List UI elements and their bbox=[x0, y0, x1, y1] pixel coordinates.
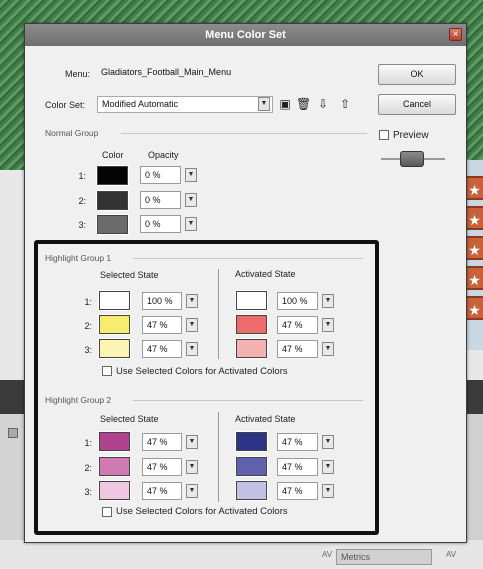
ok-button[interactable]: OK bbox=[378, 64, 456, 85]
close-icon[interactable]: × bbox=[449, 28, 462, 41]
dialog-title: Menu Color Set bbox=[25, 24, 466, 46]
export-set-icon[interactable]: ⇧ bbox=[338, 97, 352, 111]
chevron-down-icon[interactable]: ▼ bbox=[258, 97, 270, 111]
row-index: 1: bbox=[78, 171, 86, 181]
preview-checkbox[interactable] bbox=[379, 130, 389, 140]
import-set-icon[interactable]: ⇩ bbox=[316, 97, 330, 111]
chevron-down-icon[interactable]: ▼ bbox=[185, 168, 197, 182]
color-set-label: Color Set: bbox=[45, 100, 86, 110]
highlight-groups-callout-frame bbox=[34, 240, 379, 535]
kerning-label: AV bbox=[322, 550, 333, 559]
color-set-select[interactable]: Modified Automatic bbox=[97, 96, 273, 113]
chevron-down-icon[interactable]: ▼ bbox=[185, 217, 197, 231]
chevron-down-icon[interactable]: ▼ bbox=[185, 193, 197, 207]
color-swatch[interactable] bbox=[96, 165, 129, 186]
normal-group-title: Normal Group bbox=[45, 128, 99, 138]
menu-label: Menu: bbox=[65, 69, 91, 79]
opacity-column-header: Opacity bbox=[148, 150, 179, 160]
color-swatch[interactable] bbox=[96, 214, 129, 235]
star-button-image: ★ bbox=[466, 176, 483, 200]
star-button-image: ★ bbox=[466, 236, 483, 260]
color-swatch[interactable] bbox=[96, 190, 129, 211]
menu-name-field: Gladiators_Football_Main_Menu bbox=[101, 67, 232, 77]
star-button-image: ★ bbox=[466, 296, 483, 320]
new-set-icon[interactable]: ▣ bbox=[278, 97, 292, 111]
delete-set-icon[interactable]: 🗑 bbox=[296, 97, 311, 111]
color-column-header: Color bbox=[102, 150, 124, 160]
tracking-label: AV bbox=[446, 550, 457, 559]
star-button-image: ★ bbox=[466, 206, 483, 230]
background-panel-button bbox=[8, 428, 18, 438]
kerning-select: Metrics bbox=[336, 549, 432, 565]
star-button-image: ★ bbox=[466, 266, 483, 290]
row-index: 3: bbox=[78, 220, 86, 230]
opacity-field[interactable]: 0 % bbox=[140, 166, 181, 184]
preview-label: Preview bbox=[393, 130, 429, 141]
opacity-field[interactable]: 0 % bbox=[140, 215, 181, 233]
preview-state-slider[interactable] bbox=[381, 151, 445, 167]
color-set-value: Modified Automatic bbox=[102, 99, 179, 109]
cancel-button[interactable]: Cancel bbox=[378, 94, 456, 115]
opacity-field[interactable]: 0 % bbox=[140, 191, 181, 209]
group-separator bbox=[121, 133, 367, 134]
slider-knob[interactable] bbox=[400, 151, 424, 167]
row-index: 2: bbox=[78, 196, 86, 206]
